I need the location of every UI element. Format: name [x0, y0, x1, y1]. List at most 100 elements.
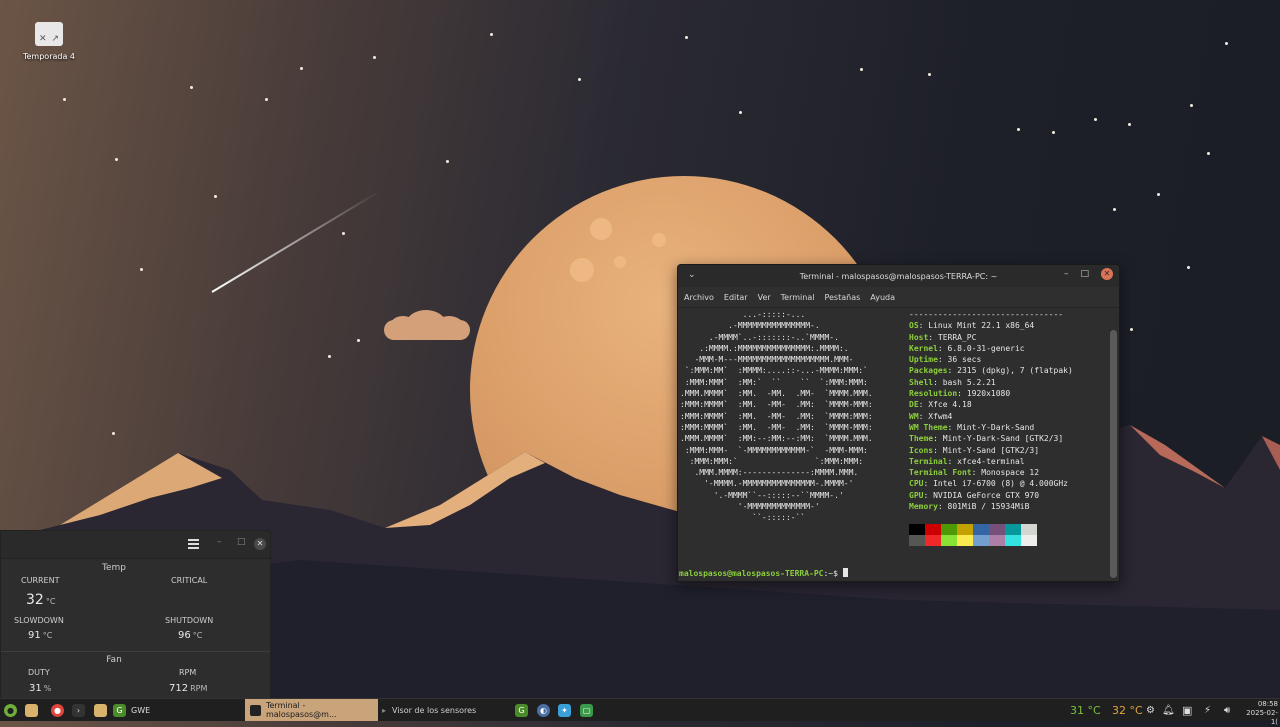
temp-unit: °C — [45, 597, 56, 606]
file-manager-launcher[interactable] — [94, 702, 107, 718]
color-swatch — [957, 524, 973, 535]
terminal-titlebar[interactable]: ⌄ Terminal - malospasos@malospasos-TERRA… — [678, 265, 1119, 287]
terminal-output[interactable]: ...-:::::-... .-MMMMMMMMMMMMMMM-. .-MMMM… — [678, 308, 1119, 581]
rpm-value: 712 — [169, 683, 189, 694]
sensors-titlebar[interactable]: – □ ✕ — [1, 531, 270, 559]
task-sensors[interactable]: ▸ Visor de los sensores — [382, 699, 476, 721]
current-value: 32 — [26, 592, 44, 608]
info-uptime: 36 secs — [947, 355, 982, 365]
color-swatch — [925, 535, 941, 546]
folder-shortcut-icon: ✕ ↗ — [35, 22, 63, 46]
info-resolution: 1920x1080 — [966, 389, 1011, 399]
info-shell: bash 5.2.21 — [942, 377, 996, 387]
settings-tray-icon[interactable]: ⚙ — [1146, 699, 1155, 721]
desktop-icon-label: Temporada 4 — [22, 52, 76, 61]
menu-pestanas[interactable]: Pestañas — [824, 293, 860, 302]
app-launcher[interactable]: ● — [51, 702, 64, 718]
gwe-launcher[interactable]: G GWE — [113, 702, 150, 718]
duty-label: DUTY — [28, 668, 50, 677]
terminal-menubar: Archivo Editar Ver Terminal Pestañas Ayu… — [678, 287, 1119, 308]
mint-menu-button[interactable]: ● — [4, 702, 17, 718]
minimize-icon[interactable]: – — [217, 537, 222, 547]
info-key: Uptime — [909, 355, 938, 365]
duty-value: 31 — [29, 683, 42, 694]
menu-archivo[interactable]: Archivo — [684, 293, 714, 302]
gwe-icon: G — [113, 703, 126, 717]
hamburger-menu-icon[interactable] — [188, 539, 199, 549]
bird-icon: ✦ — [558, 703, 571, 717]
terminal-window[interactable]: ⌄ Terminal - malospasos@malospasos-TERRA… — [677, 264, 1120, 582]
volume-icon[interactable]: 🔊︎ — [1224, 699, 1230, 721]
clock-date: 2025-02-1( — [1246, 709, 1278, 726]
task-sensors-label: Visor de los sensores — [392, 705, 477, 715]
info-kernel: 6.8.0-31-generic — [947, 343, 1025, 353]
window-menu-icon[interactable]: ⌄ — [688, 270, 696, 280]
color-swatch — [941, 524, 957, 535]
desktop-icon-temporada-4[interactable]: ✕ ↗ Temporada 4 — [22, 22, 76, 61]
maximize-icon[interactable]: □ — [237, 537, 246, 547]
temp-section-title: Temp — [102, 563, 126, 573]
info-key: Terminal Font — [909, 468, 972, 478]
info-key: OS — [909, 321, 919, 331]
info-gpu: NVIDIA GeForce GTX 970 — [933, 490, 1040, 500]
duty-readout: 31% — [29, 683, 51, 694]
gwe-tray-icon: G — [515, 703, 528, 717]
terminal-scrollbar[interactable] — [1110, 330, 1117, 578]
system-info: -------------------------------- OS: Lin… — [909, 310, 1073, 512]
terminal-launcher[interactable]: › — [72, 702, 85, 718]
taskbar: ● ● › G GWE Terminal - malospasos@m... ▸… — [0, 698, 1280, 726]
color-swatch — [957, 535, 973, 546]
rpm-unit: RPM — [190, 684, 208, 693]
color-palette — [909, 524, 1037, 546]
color-swatch — [1005, 535, 1021, 546]
info-separator: -------------------------------- — [909, 310, 1064, 319]
files-launcher[interactable] — [25, 702, 38, 718]
info-host: TERRA_PC — [937, 332, 977, 342]
color-swatch — [1021, 535, 1037, 546]
info-os: Linux Mint 22.1 x86_64 — [928, 321, 1035, 331]
info-wm: Xfwm4 — [928, 411, 953, 421]
shutdown-temp-value: 96 °C — [178, 630, 202, 641]
sensors-window[interactable]: – □ ✕ Temp CURRENT CRITICAL 32 °C SLOWDOW… — [0, 530, 271, 700]
close-icon[interactable]: ✕ — [254, 538, 266, 550]
info-memory: 801MiB / 15934MiB — [947, 502, 1030, 512]
color-swatch — [925, 524, 941, 535]
temp-unit: °C — [42, 631, 53, 640]
clock-time: 08:58 — [1257, 700, 1278, 708]
maximize-icon[interactable]: □ — [1080, 269, 1089, 279]
info-icons: Mint-Y-Sand [GTK2/3] — [942, 445, 1040, 455]
notification-bell-icon[interactable]: 🔔︎ — [1162, 699, 1175, 721]
info-key: Resolution — [909, 389, 958, 399]
close-icon[interactable]: ✕ — [1101, 268, 1113, 280]
shell-prompt[interactable]: malospasos@malospasos-TERRA-PC:~$ — [679, 568, 848, 579]
gpu-temp-indicator[interactable]: 32 °C — [1112, 699, 1143, 721]
power-icon[interactable]: ⚡ — [1204, 699, 1211, 721]
minimize-icon[interactable]: – — [1064, 269, 1069, 279]
info-key: GPU — [909, 490, 924, 500]
slowdown-label: SLOWDOWN — [14, 616, 64, 625]
terminal-icon: › — [72, 703, 85, 717]
info-terminal: xfce4-terminal — [957, 456, 1025, 466]
cpu-temp-indicator[interactable]: 31 °C — [1070, 699, 1101, 721]
info-key: DE — [909, 400, 919, 410]
tray-app-2[interactable]: ◐ — [537, 702, 550, 718]
tray-app-1[interactable]: G — [515, 702, 528, 718]
tray-app-3[interactable]: ✦ — [558, 702, 571, 718]
color-swatch — [1005, 524, 1021, 535]
menu-editar[interactable]: Editar — [724, 293, 748, 302]
prompt-suffix: :~$ — [823, 569, 843, 578]
color-swatch — [1021, 524, 1037, 535]
clock[interactable]: 08:58 2025-02-1( — [1246, 700, 1278, 727]
menu-ver[interactable]: Ver — [758, 293, 771, 302]
info-key: WM — [909, 411, 919, 421]
menu-terminal[interactable]: Terminal — [781, 293, 815, 302]
info-wm-theme: Mint-Y-Dark-Sand — [957, 422, 1035, 432]
shutdown-value: 96 — [178, 630, 191, 641]
display-icon[interactable]: ▣ — [1182, 699, 1192, 721]
color-swatch — [909, 535, 925, 546]
task-terminal[interactable]: Terminal - malospasos@m... — [245, 699, 378, 721]
menu-ayuda[interactable]: Ayuda — [870, 293, 895, 302]
text-cursor — [842, 568, 848, 577]
tray-app-4[interactable]: ▢ — [580, 702, 593, 718]
critical-label: CRITICAL — [171, 576, 208, 585]
